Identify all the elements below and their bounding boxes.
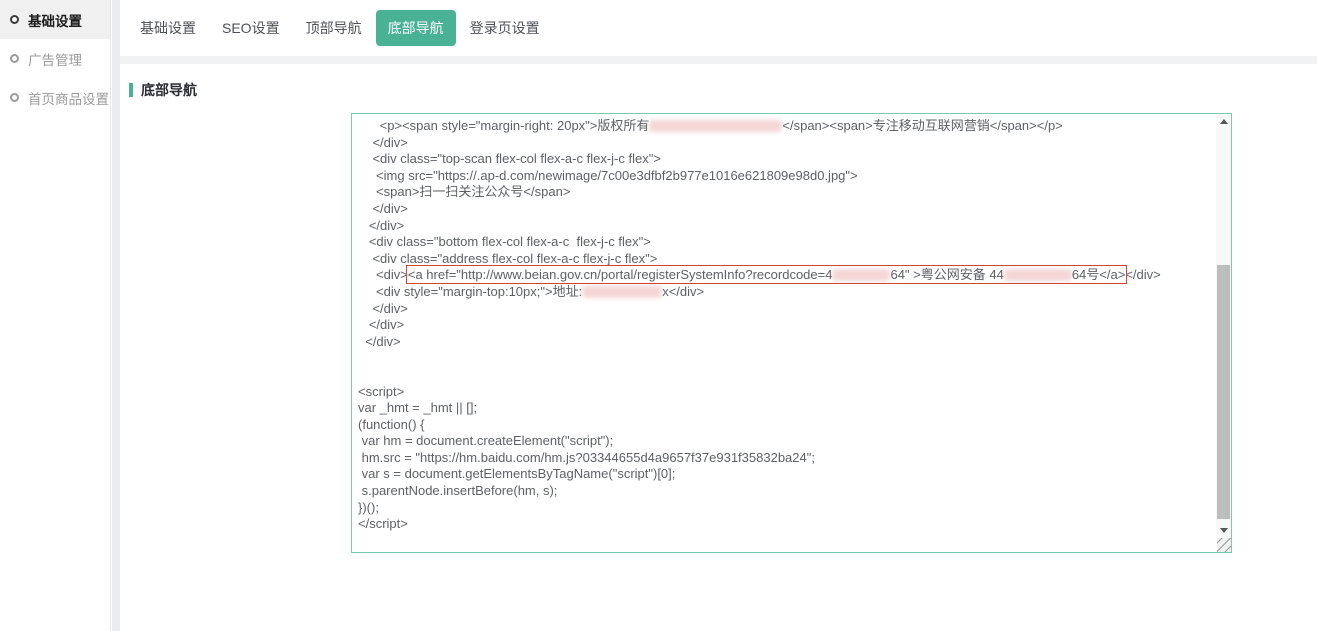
code-line: var s = document.getElementsByTagName("s… <box>358 466 1216 483</box>
scroll-up-button[interactable] <box>1216 114 1231 129</box>
code-line: <div style="margin-top:10px;">地址:x</div> <box>358 284 1216 301</box>
radio-circle-icon <box>10 15 19 24</box>
code-line <box>358 350 1216 367</box>
sidebar-item-label: 首页商品设置 <box>28 88 109 108</box>
code-line: <div class="address flex-col flex-a-c fl… <box>358 251 1216 268</box>
redacted-blur <box>582 286 662 298</box>
tab-basic-settings[interactable]: 基础设置 <box>128 10 208 46</box>
footer-nav-html-textarea[interactable]: <p><span style="margin-right: 20px">版权所有… <box>351 113 1232 553</box>
code-line: </div> <box>358 218 1216 235</box>
redacted-blur <box>832 269 890 281</box>
code-line: </div> <box>358 334 1216 351</box>
radio-circle-icon <box>10 93 19 102</box>
code-line: <div class="top-scan flex-col flex-a-c f… <box>358 151 1216 168</box>
settings-tabbar: 基础设置 SEO设置 顶部导航 底部导航 登录页设置 <box>120 0 1317 56</box>
code-line: (function() { <box>358 417 1216 434</box>
tab-login-page-settings[interactable]: 登录页设置 <box>458 10 552 46</box>
code-content: <p><span style="margin-right: 20px">版权所有… <box>352 114 1216 552</box>
section-title-row: 底部导航 <box>129 80 197 100</box>
sidebar-item-label: 基础设置 <box>28 10 82 30</box>
bottom-nav-panel: 底部导航 <p><span style="margin-right: 20px"… <box>120 64 1317 631</box>
tab-top-nav[interactable]: 顶部导航 <box>294 10 374 46</box>
main-area: 基础设置 SEO设置 顶部导航 底部导航 登录页设置 底部导航 <p><span… <box>120 0 1317 631</box>
section-accent-bar <box>129 83 133 97</box>
radio-circle-icon <box>10 54 19 63</box>
sidebar-gap-divider <box>112 0 120 631</box>
code-line: <div class="bottom flex-col flex-a-c fle… <box>358 234 1216 251</box>
scrollbar-thumb[interactable] <box>1217 265 1230 519</box>
sidebar-item-label: 广告管理 <box>28 49 82 69</box>
section-title: 底部导航 <box>141 80 197 100</box>
code-line: hm.src = "https://hm.baidu.com/hm.js?033… <box>358 450 1216 467</box>
code-line: </div> <box>358 135 1216 152</box>
code-line: var hm = document.createElement("script"… <box>358 433 1216 450</box>
code-line: <span>扫一扫关注公众号</span> <box>358 184 1216 201</box>
editor-scrollbar[interactable] <box>1216 114 1231 538</box>
sidebar-item-homepage-products[interactable]: 首页商品设置 <box>0 78 110 117</box>
tab-bottom-nav[interactable]: 底部导航 <box>376 10 456 46</box>
code-line: </div> <box>358 301 1216 318</box>
code-line: var _hmt = _hmt || []; <box>358 400 1216 417</box>
settings-page: 基础设置 广告管理 首页商品设置 基础设置 SEO设置 顶部导航 底部导航 登录… <box>0 0 1317 631</box>
redacted-blur <box>1004 269 1072 281</box>
scroll-down-button[interactable] <box>1216 523 1231 538</box>
code-line: })(); <box>358 500 1216 517</box>
code-line: <script> <box>358 384 1216 401</box>
highlight-red-box: <a href="http://www.beian.gov.cn/portal/… <box>408 267 1125 282</box>
code-line: <img src="https://.ap-d.com/newimage/7c0… <box>358 168 1216 185</box>
textarea-resize-grip[interactable] <box>1217 538 1231 552</box>
card-gap-divider <box>120 56 1317 64</box>
code-line <box>358 367 1216 384</box>
code-line: </script> <box>358 516 1216 533</box>
code-line: </div> <box>358 317 1216 334</box>
sidebar: 基础设置 广告管理 首页商品设置 <box>0 0 111 631</box>
scroll-up-icon <box>1220 119 1228 124</box>
code-line: </div> <box>358 201 1216 218</box>
code-line: <div><a href="http://www.beian.gov.cn/po… <box>358 267 1216 284</box>
scroll-down-icon <box>1220 528 1228 533</box>
sidebar-item-ad-management[interactable]: 广告管理 <box>0 39 110 78</box>
code-line: <p><span style="margin-right: 20px">版权所有… <box>358 118 1216 135</box>
sidebar-item-basic-settings[interactable]: 基础设置 <box>0 0 110 39</box>
code-line: s.parentNode.insertBefore(hm, s); <box>358 483 1216 500</box>
tab-seo-settings[interactable]: SEO设置 <box>210 10 292 46</box>
redacted-blur <box>649 120 782 132</box>
